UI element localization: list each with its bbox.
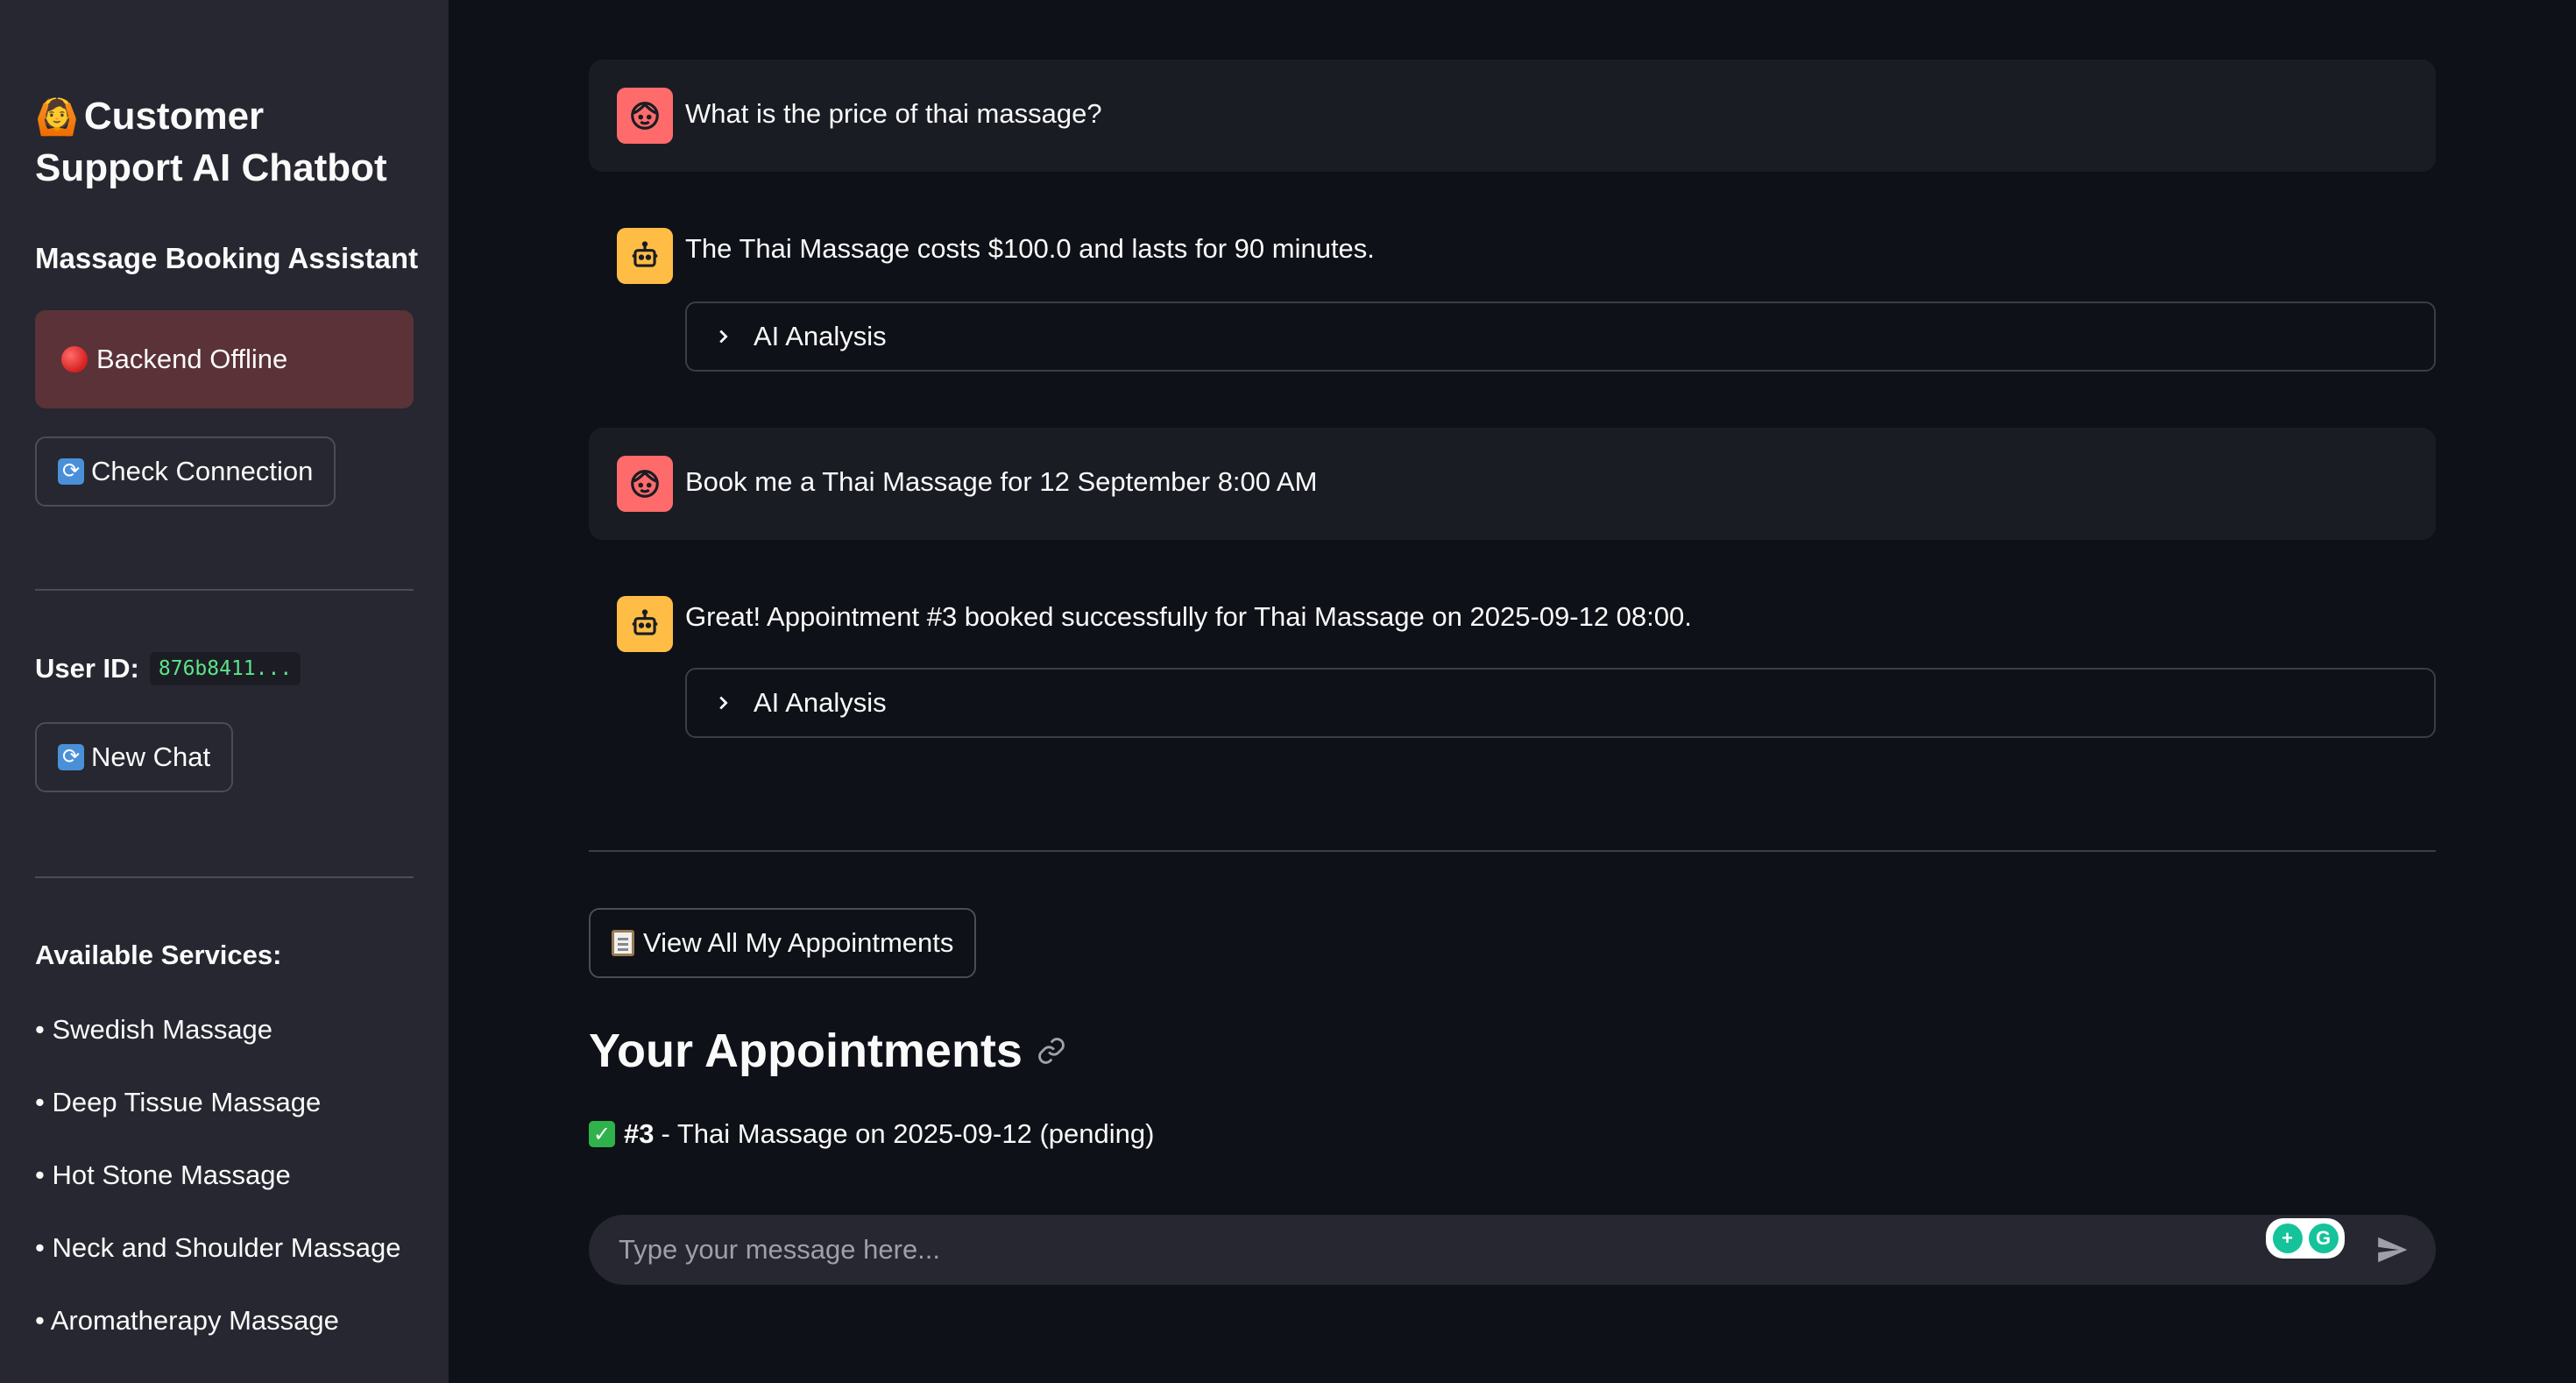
clipboard-icon [612,930,634,956]
appointments-heading: Your Appointments [589,1024,1066,1078]
view-all-appointments-button[interactable]: View All My Appointments [589,908,977,978]
main-content: What is the price of thai massage? The T… [449,0,2576,1383]
new-chat-label: New Chat [91,741,211,772]
bot-avatar-icon [617,596,673,652]
backend-status-text: Backend Offline [96,344,288,374]
backend-status-alert: Backend Offline [35,310,414,408]
main-divider [589,850,2436,852]
app-title: 🙆 Customer Support AI Chatbot [35,91,421,194]
message-text: Book me a Thai Massage for 12 September … [685,466,1318,497]
service-item: • Aromatherapy Massage [35,1305,339,1336]
link-icon[interactable] [1037,1036,1066,1066]
chevron-right-icon [713,693,732,713]
grammarly-icon[interactable]: G [2308,1223,2339,1253]
user-id-value: 876b8411... [149,652,301,685]
bot-avatar-icon [617,228,673,284]
lightbulb-icon[interactable]: + [2272,1223,2303,1253]
service-item: • Swedish Massage [35,1014,273,1045]
app-title-text: Customer Support AI Chatbot [35,95,387,189]
check-connection-label: Check Connection [91,456,314,486]
new-chat-button[interactable]: ⟳ New Chat [35,722,234,792]
services-title: Available Services: [35,940,282,970]
service-item: • Deep Tissue Massage [35,1087,322,1117]
chat-input-bar: + G [589,1215,2436,1285]
person-gesturing-emoji-icon: 🙆 [35,98,79,137]
sidebar: 🙆 Customer Support AI Chatbot Massage Boo… [0,0,449,1383]
user-avatar-icon [617,456,673,512]
assistant-message: Great! Appointment #3 booked successfull… [589,566,2436,741]
user-avatar-icon [617,88,673,144]
refresh-icon: ⟳ [58,744,84,770]
user-message: What is the price of thai massage? [589,60,2436,172]
red-circle-icon [61,346,88,372]
service-item: • Neck and Shoulder Massage [35,1232,401,1263]
chevron-right-icon [713,327,732,346]
user-message: Book me a Thai Massage for 12 September … [589,428,2436,540]
check-mark-icon: ✓ [589,1121,615,1147]
expander-label: AI Analysis [754,687,887,718]
sidebar-divider [35,589,414,591]
check-connection-button[interactable]: ⟳ Check Connection [35,436,336,507]
refresh-icon: ⟳ [58,458,84,485]
chat-message-input[interactable] [589,1233,2436,1266]
services-list: • Swedish Massage • Deep Tissue Massage … [35,1008,401,1372]
ai-analysis-expander[interactable]: AI Analysis [685,301,2436,372]
grammarly-widget[interactable]: + G [2266,1218,2345,1259]
user-id-label: User ID: [35,653,139,684]
appointments-heading-text: Your Appointments [589,1025,1023,1077]
send-icon [2378,1237,2408,1263]
appointment-item: ✓ #3 - Thai Massage on 2025-09-12 (pendi… [589,1118,1154,1150]
user-id-row: User ID: 876b8411... [35,652,301,685]
service-item: • Hot Stone Massage [35,1160,291,1190]
assistant-message: The Thai Massage costs $100.0 and lasts … [589,198,2436,373]
view-all-appointments-label: View All My Appointments [643,927,954,958]
message-text: The Thai Massage costs $100.0 and lasts … [685,233,1375,264]
message-text: Great! Appointment #3 booked successfull… [685,601,1692,632]
ai-analysis-expander[interactable]: AI Analysis [685,668,2436,738]
sidebar-subtitle: Massage Booking Assistant [35,242,419,274]
appointment-details: - Thai Massage on 2025-09-12 (pending) [661,1118,1155,1149]
appointment-number: #3 [624,1118,655,1149]
sidebar-divider [35,876,414,878]
expander-label: AI Analysis [754,321,887,351]
message-text: What is the price of thai massage? [685,98,1102,129]
send-button[interactable] [2374,1232,2410,1267]
